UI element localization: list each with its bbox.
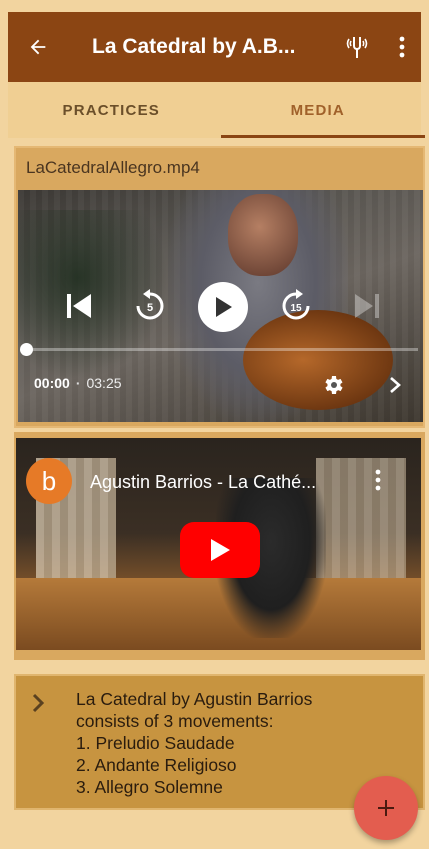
youtube-play-button[interactable] [180,522,260,578]
tab-bar: PRACTICES MEDIA [8,82,425,138]
seek-handle[interactable] [20,343,33,356]
media-card-video: LaCatedralAllegro.mp4 5 15 00:00 · 03:25 [14,146,425,428]
skip-next-button[interactable] [348,286,388,326]
chevron-right-icon [32,693,45,713]
youtube-video-title[interactable]: Agustin Barrios - La Cathé... [90,472,316,493]
rewind-seconds: 5 [147,302,153,314]
more-vertical-icon [399,36,405,58]
rewind-button[interactable]: 5 [128,284,172,328]
page-title: La Catedral by A.B... [92,35,296,58]
youtube-player[interactable]: b Agustin Barrios - La Cathé... [16,438,421,650]
description-line: 2. Andante Religioso [76,755,237,775]
description-line: 3. Allegro Solemne [76,777,223,797]
description-line: 1. Preludio Saudade [76,733,235,753]
video-frame-head [228,194,298,276]
time-display: 00:00 · 03:25 [34,375,122,391]
add-media-button[interactable] [354,776,418,840]
rewind-icon: 5 [136,289,164,320]
more-options-button[interactable] [383,12,421,82]
expand-description-button[interactable] [30,692,46,719]
channel-avatar[interactable]: b [26,458,72,504]
time-separator: · [75,375,81,391]
media-card-youtube: b Agustin Barrios - La Cathé... [14,432,425,660]
youtube-more-button[interactable] [374,468,382,497]
current-time: 00:00 [34,375,70,391]
description-line: La Catedral by Agustin Barrios [76,689,313,709]
description-line: consists of 3 movements: [76,711,274,731]
arrow-left-icon [30,39,46,55]
forward-seconds: 15 [290,303,302,314]
description-text: La Catedral by Agustin Barrios consists … [76,688,312,798]
forward-button[interactable]: 15 [274,284,318,328]
play-icon [216,297,232,317]
tuning-fork-icon [346,37,368,58]
tab-media[interactable]: MEDIA [215,82,425,138]
expand-button[interactable] [378,368,412,402]
skip-previous-button[interactable] [58,286,98,326]
settings-button[interactable] [316,368,350,402]
skip-next-icon [355,294,379,318]
skip-previous-icon [67,294,91,318]
more-vertical-icon [375,469,381,491]
tuner-button[interactable] [331,12,383,82]
duration: 03:25 [86,375,122,391]
back-button[interactable] [8,12,68,82]
app-bar: La Catedral by A.B... [8,12,421,82]
fast-forward-icon: 15 [282,289,310,320]
video-player[interactable]: 5 15 00:00 · 03:25 [18,190,423,422]
play-icon [211,539,230,561]
chevron-right-icon [390,377,401,393]
tab-practices[interactable]: PRACTICES [8,82,215,138]
media-filename: LaCatedralAllegro.mp4 [26,158,200,177]
seek-bar[interactable] [20,343,418,356]
play-button[interactable] [198,282,248,332]
gear-icon [325,376,343,394]
plus-icon [378,800,394,816]
